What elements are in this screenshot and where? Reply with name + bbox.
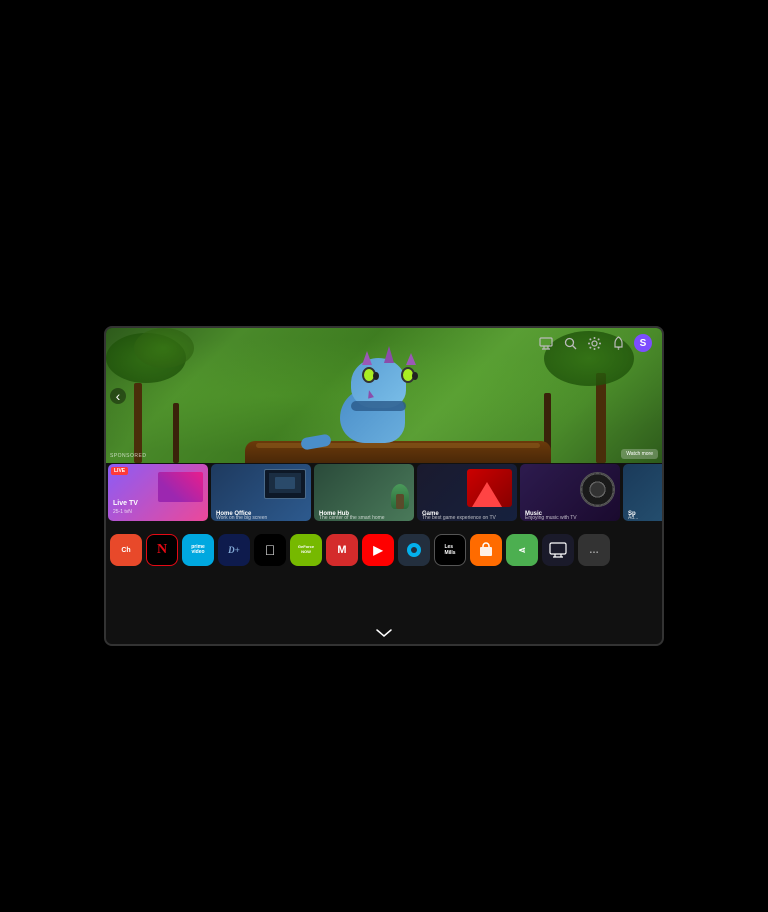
tile-subtitle-game: The best game experience on TV [422,515,496,521]
app-apple-tv[interactable]:  [254,534,286,566]
category-tile-music[interactable]: Music Enjoying music with TV [520,464,620,521]
live-badge: LIVE [111,467,128,475]
app-amazon-alexa[interactable] [398,534,430,566]
app-more[interactable]: … [578,534,610,566]
watch-more-button[interactable]: Watch more [621,449,658,459]
app-apps[interactable]: ⋖ [506,534,538,566]
sponsored-label: SPONSORED [110,453,146,459]
tile-subtitle-music: Enjoying music with TV [525,515,577,521]
avatar[interactable]: S [634,334,652,352]
app-tv-plus[interactable] [542,534,574,566]
scroll-indicator [375,628,393,641]
category-row: LIVE Live TV 25-1 tvN Home Office Work o… [106,464,662,524]
app-disney-plus[interactable]: D+ [218,534,250,566]
tile-subtitle-home-hub: The center of the smart home [319,515,385,521]
app-mnet[interactable]: M [326,534,358,566]
top-bar: S [528,328,662,358]
tv-frame: S [104,326,664,646]
app-prime-video[interactable]: prime video [182,534,214,566]
app-geforce-now[interactable]: GeForce NOW [290,534,322,566]
prev-arrow[interactable]: ‹ [110,388,126,404]
search-icon[interactable] [562,335,578,351]
live-tv-title: Live TV [113,500,138,507]
tile-subtitle-sp: Ad... [628,515,638,521]
category-tile-home-hub[interactable]: Home Hub The center of the smart home [314,464,414,521]
app-channels[interactable]: Ch [110,534,142,566]
category-tile-sp[interactable]: Sp Ad... [623,464,662,521]
tile-subtitle-home-office: Work on the big screen [216,515,267,521]
notifications-icon[interactable] [610,335,626,351]
apps-row: Ch N prime video D+  GeForce NOW M ▶ [106,528,662,572]
category-tile-game[interactable]: Game The best game experience on TV [417,464,517,521]
category-tile-live-tv[interactable]: LIVE Live TV 25-1 tvN [108,464,208,521]
app-netflix[interactable]: N [146,534,178,566]
settings-icon[interactable] [586,335,602,351]
live-channel: 25-1 tvN [113,509,132,515]
tv-input-icon[interactable] [538,335,554,351]
app-lesmills[interactable]: LesMills [434,534,466,566]
app-shop[interactable] [470,534,502,566]
app-youtube[interactable]: ▶ [362,534,394,566]
category-tile-home-office[interactable]: Home Office Work on the big screen [211,464,311,521]
